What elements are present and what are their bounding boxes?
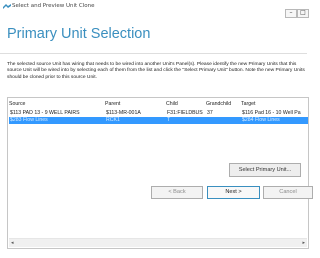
next-button[interactable]: Next > <box>207 186 260 199</box>
scroll-left-icon[interactable]: ◂ <box>11 240 14 246</box>
cell-parent: $113-MR-001A <box>106 110 141 116</box>
cell-target: $116 Pad 16 - 10 Well Pa <box>242 110 301 116</box>
column-header-grandchild[interactable]: Grandchild <box>206 101 231 107</box>
cell-parent: RCK1 <box>106 117 120 123</box>
table-row[interactable]: $113 PAD 13 - 9 WELL PAIRS $113-MR-001A … <box>9 110 308 117</box>
cell-child: T <box>167 117 171 123</box>
column-header-child[interactable]: Child <box>166 101 178 107</box>
window-title: Select and Preview Unit Clone <box>12 3 95 9</box>
cell-source: $283 Flow Lines <box>10 117 48 123</box>
minimize-button[interactable]: – <box>285 9 297 18</box>
wizard-window: Select and Preview Unit Clone – □ Primar… <box>0 0 313 258</box>
page-title: Primary Unit Selection <box>7 26 151 42</box>
cell-child: F31:FIELDBUS <box>167 110 203 116</box>
app-icon <box>3 4 11 9</box>
table-row-selected[interactable]: $283 Flow Lines RCK1 T $284 Flow Lines <box>9 117 308 124</box>
cancel-button[interactable]: Cancel <box>263 186 313 199</box>
column-header-parent[interactable]: Parent <box>105 101 120 107</box>
cell-source: $113 PAD 13 - 9 WELL PAIRS <box>10 110 80 116</box>
horizontal-scrollbar[interactable]: ◂ ▸ <box>9 238 307 247</box>
instructions-text: The selected source Unit has wiring that… <box>7 62 305 80</box>
title-bar: Select and Preview Unit Clone – □ <box>0 0 309 18</box>
cell-target: $284 Flow Lines <box>242 117 280 123</box>
column-header-source[interactable]: Source <box>9 101 25 107</box>
back-button[interactable]: < Back <box>151 186 203 199</box>
header-divider <box>0 53 307 54</box>
maximize-button[interactable]: □ <box>297 9 309 18</box>
select-primary-unit-button[interactable]: Select Primary Unit... <box>229 163 301 177</box>
column-header-target[interactable]: Target <box>241 101 255 107</box>
scroll-right-icon[interactable]: ▸ <box>302 240 305 246</box>
cell-grandchild: 37 <box>207 110 213 116</box>
